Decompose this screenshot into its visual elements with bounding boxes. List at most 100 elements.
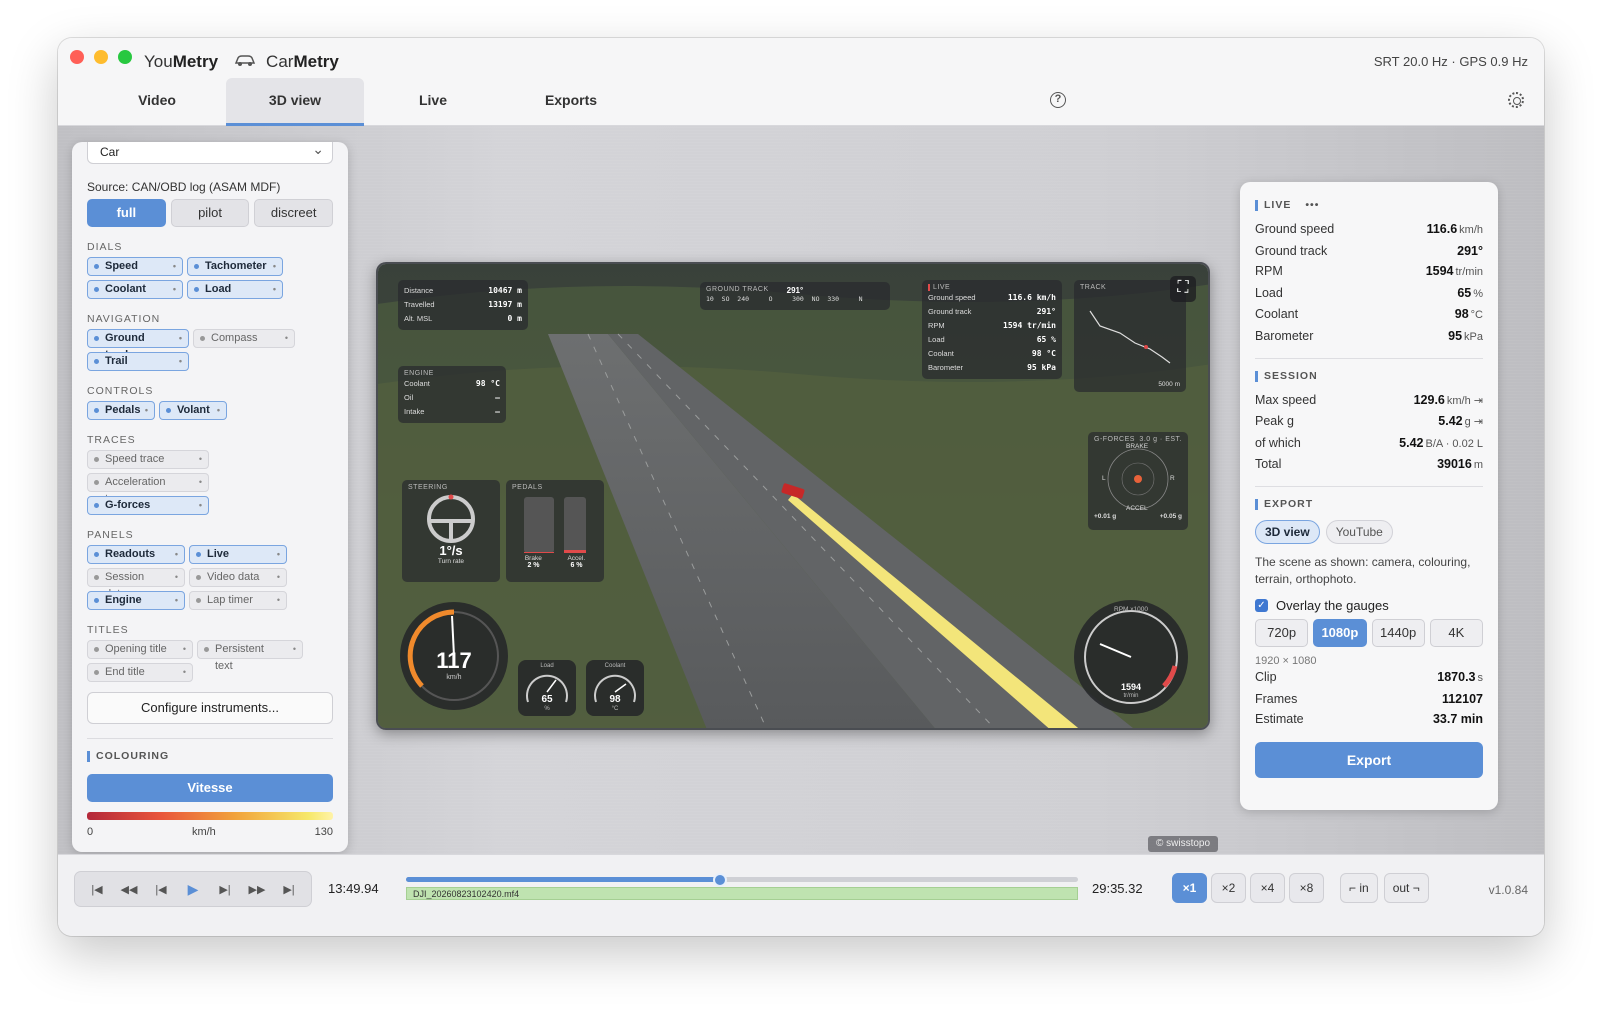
export-youtube-pill[interactable]: YouTube bbox=[1325, 519, 1393, 544]
hud-value: — bbox=[495, 393, 500, 402]
mark-out-button[interactable]: out ¬ bbox=[1383, 873, 1429, 903]
row-label: Load bbox=[1255, 285, 1283, 300]
chip-live[interactable]: Live bbox=[189, 545, 287, 564]
chip-lap-timer[interactable]: Lap timer bbox=[189, 591, 287, 610]
res-1080p-button[interactable]: 1080p bbox=[1313, 618, 1367, 647]
fast-forward-icon[interactable]: ▶▶ bbox=[246, 883, 268, 896]
chip-trail[interactable]: Trail bbox=[87, 352, 189, 371]
rewind-icon[interactable]: ◀◀ bbox=[118, 883, 140, 896]
tab-live[interactable]: Live bbox=[364, 78, 502, 126]
chip-speed[interactable]: Speed bbox=[87, 257, 183, 276]
brand-carmetry[interactable]: CarMetry bbox=[266, 52, 339, 72]
mode-pilot-button[interactable]: pilot bbox=[170, 199, 250, 227]
play-icon[interactable]: ▶ bbox=[182, 881, 204, 898]
export-button[interactable]: Export bbox=[1255, 741, 1483, 778]
zoom-window-button[interactable] bbox=[118, 50, 132, 64]
chip-session-data[interactable]: Session data bbox=[87, 568, 185, 600]
playback-speed-buttons: ×1 ×2 ×4 ×8 bbox=[1172, 873, 1324, 903]
res-720p-button[interactable]: 720p bbox=[1255, 618, 1309, 647]
res-1440p-button[interactable]: 1440p bbox=[1371, 618, 1425, 647]
hud-row: RPM 1594 tr/min bbox=[928, 319, 1056, 333]
chip-end-title[interactable]: End title bbox=[87, 663, 193, 682]
vehicle-select[interactable]: Car bbox=[87, 142, 333, 164]
chip-load[interactable]: Load bbox=[187, 280, 283, 299]
mark-in-button[interactable]: ⌐ in bbox=[1340, 873, 1378, 903]
mode-discreet-button[interactable]: discreet bbox=[254, 199, 334, 227]
speed-x2-button[interactable]: ×2 bbox=[1211, 873, 1246, 903]
step-back-icon[interactable]: |◀ bbox=[150, 883, 172, 896]
live-row: Ground speed 116.6 km/h bbox=[1255, 219, 1483, 241]
chip-readouts[interactable]: Readouts bbox=[87, 545, 185, 564]
chip-video-data[interactable]: Video data bbox=[189, 568, 287, 587]
chip-persistent-text[interactable]: Persistent text bbox=[197, 640, 303, 672]
brand-youmetry[interactable]: YouMetry bbox=[144, 52, 218, 72]
load-gauge-value: 65 bbox=[541, 694, 553, 705]
speed-x8-button[interactable]: ×8 bbox=[1289, 873, 1324, 903]
brand-car-text: Car bbox=[266, 52, 294, 71]
unit: % bbox=[1473, 287, 1483, 300]
chip-volant[interactable]: Volant bbox=[159, 401, 227, 420]
clip-segment[interactable]: DJI_20260823102420.mf4 bbox=[406, 887, 1078, 900]
hud-title: STEERING bbox=[408, 484, 448, 491]
chip-speed-trace[interactable]: Speed trace bbox=[87, 450, 209, 469]
row-value: 1870.3 s bbox=[1437, 667, 1483, 689]
chip-tachometer[interactable]: Tachometer bbox=[187, 257, 283, 276]
tab-3d-view[interactable]: 3D view bbox=[226, 78, 364, 126]
session-row: Peak g 5.42 g ⇥ bbox=[1255, 411, 1483, 433]
hud-label: Barometer bbox=[928, 363, 964, 372]
checkbox-checked-icon[interactable]: ✓ bbox=[1255, 598, 1268, 612]
export-description: The scene as shown: camera, colouring, t… bbox=[1255, 554, 1471, 586]
3d-viewport[interactable]: Distance 10467 m Travelled 13197 m Alt. MS… bbox=[376, 262, 1210, 730]
fullscreen-icon[interactable]: ⛶ bbox=[1170, 276, 1196, 302]
hud-value: 98 °C bbox=[475, 379, 500, 388]
row-value: 39016 m bbox=[1437, 454, 1483, 476]
chip-acceleration-trace[interactable]: Acceleration trace bbox=[87, 473, 209, 505]
speed-x4-button[interactable]: ×4 bbox=[1250, 873, 1285, 903]
chip-ground-track[interactable]: Ground track bbox=[87, 329, 189, 361]
chip-engine[interactable]: Engine bbox=[87, 591, 185, 610]
colour-scale-bar bbox=[87, 812, 333, 820]
map-attribution[interactable]: © swisstopo bbox=[1148, 836, 1219, 852]
close-window-button[interactable] bbox=[70, 50, 84, 64]
live-header: LIVE ••• bbox=[1255, 200, 1483, 211]
colour-mode-button[interactable]: Vitesse bbox=[87, 774, 333, 802]
chip-opening-title[interactable]: Opening title bbox=[87, 640, 193, 659]
tab-video[interactable]: Video bbox=[88, 78, 226, 126]
minimize-window-button[interactable] bbox=[94, 50, 108, 64]
configure-instruments-button[interactable]: Configure instruments... bbox=[87, 692, 333, 724]
track-path bbox=[1089, 310, 1171, 364]
hud-label: Distance bbox=[404, 286, 434, 295]
compass-strip: GROUND TRACK 291° 10 SO 240 O 300 NO 330 … bbox=[700, 282, 890, 310]
turn-rate-label: Turn rate bbox=[437, 558, 465, 565]
chip-pedals[interactable]: Pedals bbox=[87, 401, 155, 420]
skip-to-start-icon[interactable]: |◀ bbox=[86, 883, 108, 896]
unit[interactable]: g ⇥ bbox=[1465, 416, 1483, 428]
more-icon[interactable]: ••• bbox=[1305, 200, 1319, 211]
tab-exports[interactable]: Exports bbox=[502, 78, 640, 126]
res-4k-button[interactable]: 4K bbox=[1429, 618, 1483, 647]
hud-label: Ground speed bbox=[928, 293, 976, 302]
titles-chips: Opening title Persistent text End title bbox=[87, 640, 333, 682]
help-icon[interactable]: ? bbox=[1050, 92, 1066, 108]
row-label: Estimate bbox=[1255, 712, 1304, 727]
gear-icon[interactable] bbox=[1508, 92, 1524, 108]
overlay-gauges-checkbox[interactable]: ✓ Overlay the gauges bbox=[1255, 598, 1483, 613]
timeline-scrubber[interactable]: DJI_20260823102420.mf4 bbox=[406, 873, 1078, 901]
step-forward-icon[interactable]: ▶| bbox=[214, 883, 236, 896]
export-3d-view-pill[interactable]: 3D view bbox=[1255, 519, 1320, 544]
mode-full-button[interactable]: full bbox=[87, 199, 166, 227]
coolant-gauge-unit: °C bbox=[611, 706, 619, 712]
hud-row: Travelled 13197 m bbox=[404, 298, 522, 312]
unit[interactable]: km/h ⇥ bbox=[1447, 395, 1483, 407]
chip-g-forces[interactable]: G-forces bbox=[87, 496, 209, 515]
skip-to-end-icon[interactable]: ▶| bbox=[278, 883, 300, 896]
speed-x1-button[interactable]: ×1 bbox=[1172, 873, 1207, 903]
unit: kPa bbox=[1464, 330, 1483, 343]
accel-label: Accel. bbox=[567, 555, 586, 562]
row-label: RPM bbox=[1255, 264, 1283, 279]
chip-compass[interactable]: Compass bbox=[193, 329, 295, 348]
timeline-handle[interactable] bbox=[712, 873, 727, 887]
hud-label: Ground track bbox=[928, 307, 972, 316]
chip-coolant[interactable]: Coolant bbox=[87, 280, 183, 299]
accel-pedal-bar bbox=[564, 497, 586, 553]
